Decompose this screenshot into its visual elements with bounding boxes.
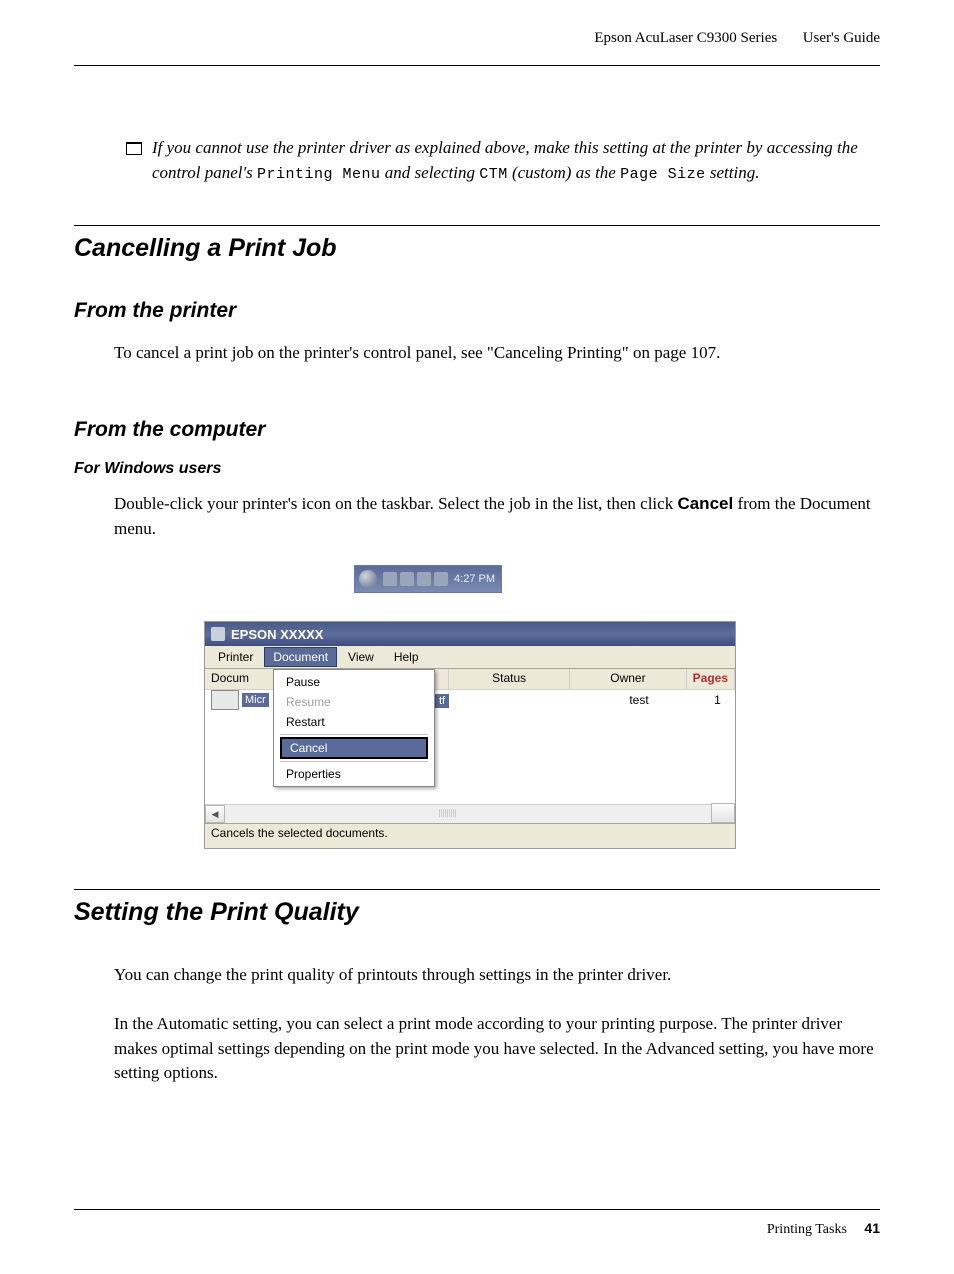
tray-clock: 4:27 PM	[454, 573, 495, 585]
section-rule	[74, 225, 880, 226]
menu-separator	[280, 734, 428, 735]
scroll-left-icon[interactable]: ◀	[205, 805, 225, 823]
tray-icon	[417, 572, 431, 586]
header-rule	[74, 65, 880, 66]
subsection-from-computer: From the computer	[74, 418, 880, 442]
section-cancelling-title: Cancelling a Print Job	[74, 234, 880, 263]
menu-help[interactable]: Help	[385, 647, 428, 667]
window-title: EPSON XXXXX	[231, 627, 323, 642]
tray-icon	[383, 572, 397, 586]
subsection-from-printer: From the printer	[74, 299, 880, 323]
job-owner: test	[578, 691, 700, 709]
section-quality-title: Setting the Print Quality	[74, 898, 880, 927]
printer-queue-window: EPSON XXXXX Printer Document View Help D…	[204, 621, 736, 849]
statusbar: Cancels the selected documents.	[205, 823, 735, 848]
horizontal-scrollbar[interactable]: ◀	[205, 804, 711, 823]
product-name: Epson AcuLaser C9300 Series	[594, 30, 777, 46]
tray-icon	[434, 572, 448, 586]
menu-item-cancel[interactable]: Cancel	[282, 739, 426, 757]
window-icon	[211, 627, 225, 641]
col-pages[interactable]: Pages	[687, 669, 735, 689]
footer: Printing Tasks 41	[767, 1220, 880, 1238]
window-body: Docum Status Owner Pages Micr tf	[205, 669, 735, 823]
menu-document[interactable]: Document	[264, 647, 337, 667]
job-frag: tf	[435, 694, 449, 708]
document-menu-dropdown: Pause Resume Restart Cancel Properties	[273, 669, 435, 787]
job-name-fragment: Micr	[242, 693, 269, 707]
menu-printer[interactable]: Printer	[209, 647, 262, 667]
col-status[interactable]: Status	[449, 669, 570, 689]
subsubsection-for-windows: For Windows users	[74, 460, 880, 478]
doc-type: User's Guide	[803, 30, 880, 46]
job-status	[451, 698, 578, 702]
col-document[interactable]: Docum	[205, 669, 278, 689]
statusbar-text: Cancels the selected documents.	[211, 826, 388, 840]
scroll-corner	[711, 803, 735, 823]
menu-view[interactable]: View	[339, 647, 383, 667]
scroll-track[interactable]	[225, 805, 711, 823]
job-pages: 1	[700, 691, 735, 709]
menu-item-resume: Resume	[276, 692, 432, 712]
note-text: If you cannot use the printer driver as …	[152, 136, 880, 185]
tray-icon	[400, 572, 414, 586]
quality-p2: In the Automatic setting, you can select…	[114, 1012, 880, 1086]
windows-body: Double-click your printer's icon on the …	[114, 492, 880, 541]
section-rule	[74, 889, 880, 890]
taskbar-tray-figure: 4:27 PM	[354, 565, 502, 593]
menu-item-pause[interactable]: Pause	[276, 672, 432, 692]
menu-item-cancel-wrap: Cancel	[280, 737, 428, 759]
from-printer-body: To cancel a print job on the printer's c…	[114, 341, 880, 366]
tray-icons-group	[383, 572, 448, 586]
footer-page-number: 41	[864, 1220, 880, 1236]
menu-separator	[280, 761, 428, 762]
printer-tray-icon	[359, 570, 377, 588]
menu-item-restart[interactable]: Restart	[276, 712, 432, 732]
quality-p1: You can change the print quality of prin…	[114, 963, 880, 988]
menu-item-properties[interactable]: Properties	[276, 764, 432, 784]
page-header: Epson AcuLaser C9300 Series User's Guide	[74, 30, 880, 47]
window-titlebar: EPSON XXXXX	[205, 622, 735, 646]
col-owner[interactable]: Owner	[570, 669, 686, 689]
menubar: Printer Document View Help	[205, 646, 735, 669]
document-icon	[211, 690, 239, 710]
footer-chapter: Printing Tasks	[767, 1222, 847, 1237]
note-item: If you cannot use the printer driver as …	[126, 136, 880, 185]
footer-rule	[74, 1209, 880, 1210]
note-bullet-icon	[126, 142, 142, 155]
